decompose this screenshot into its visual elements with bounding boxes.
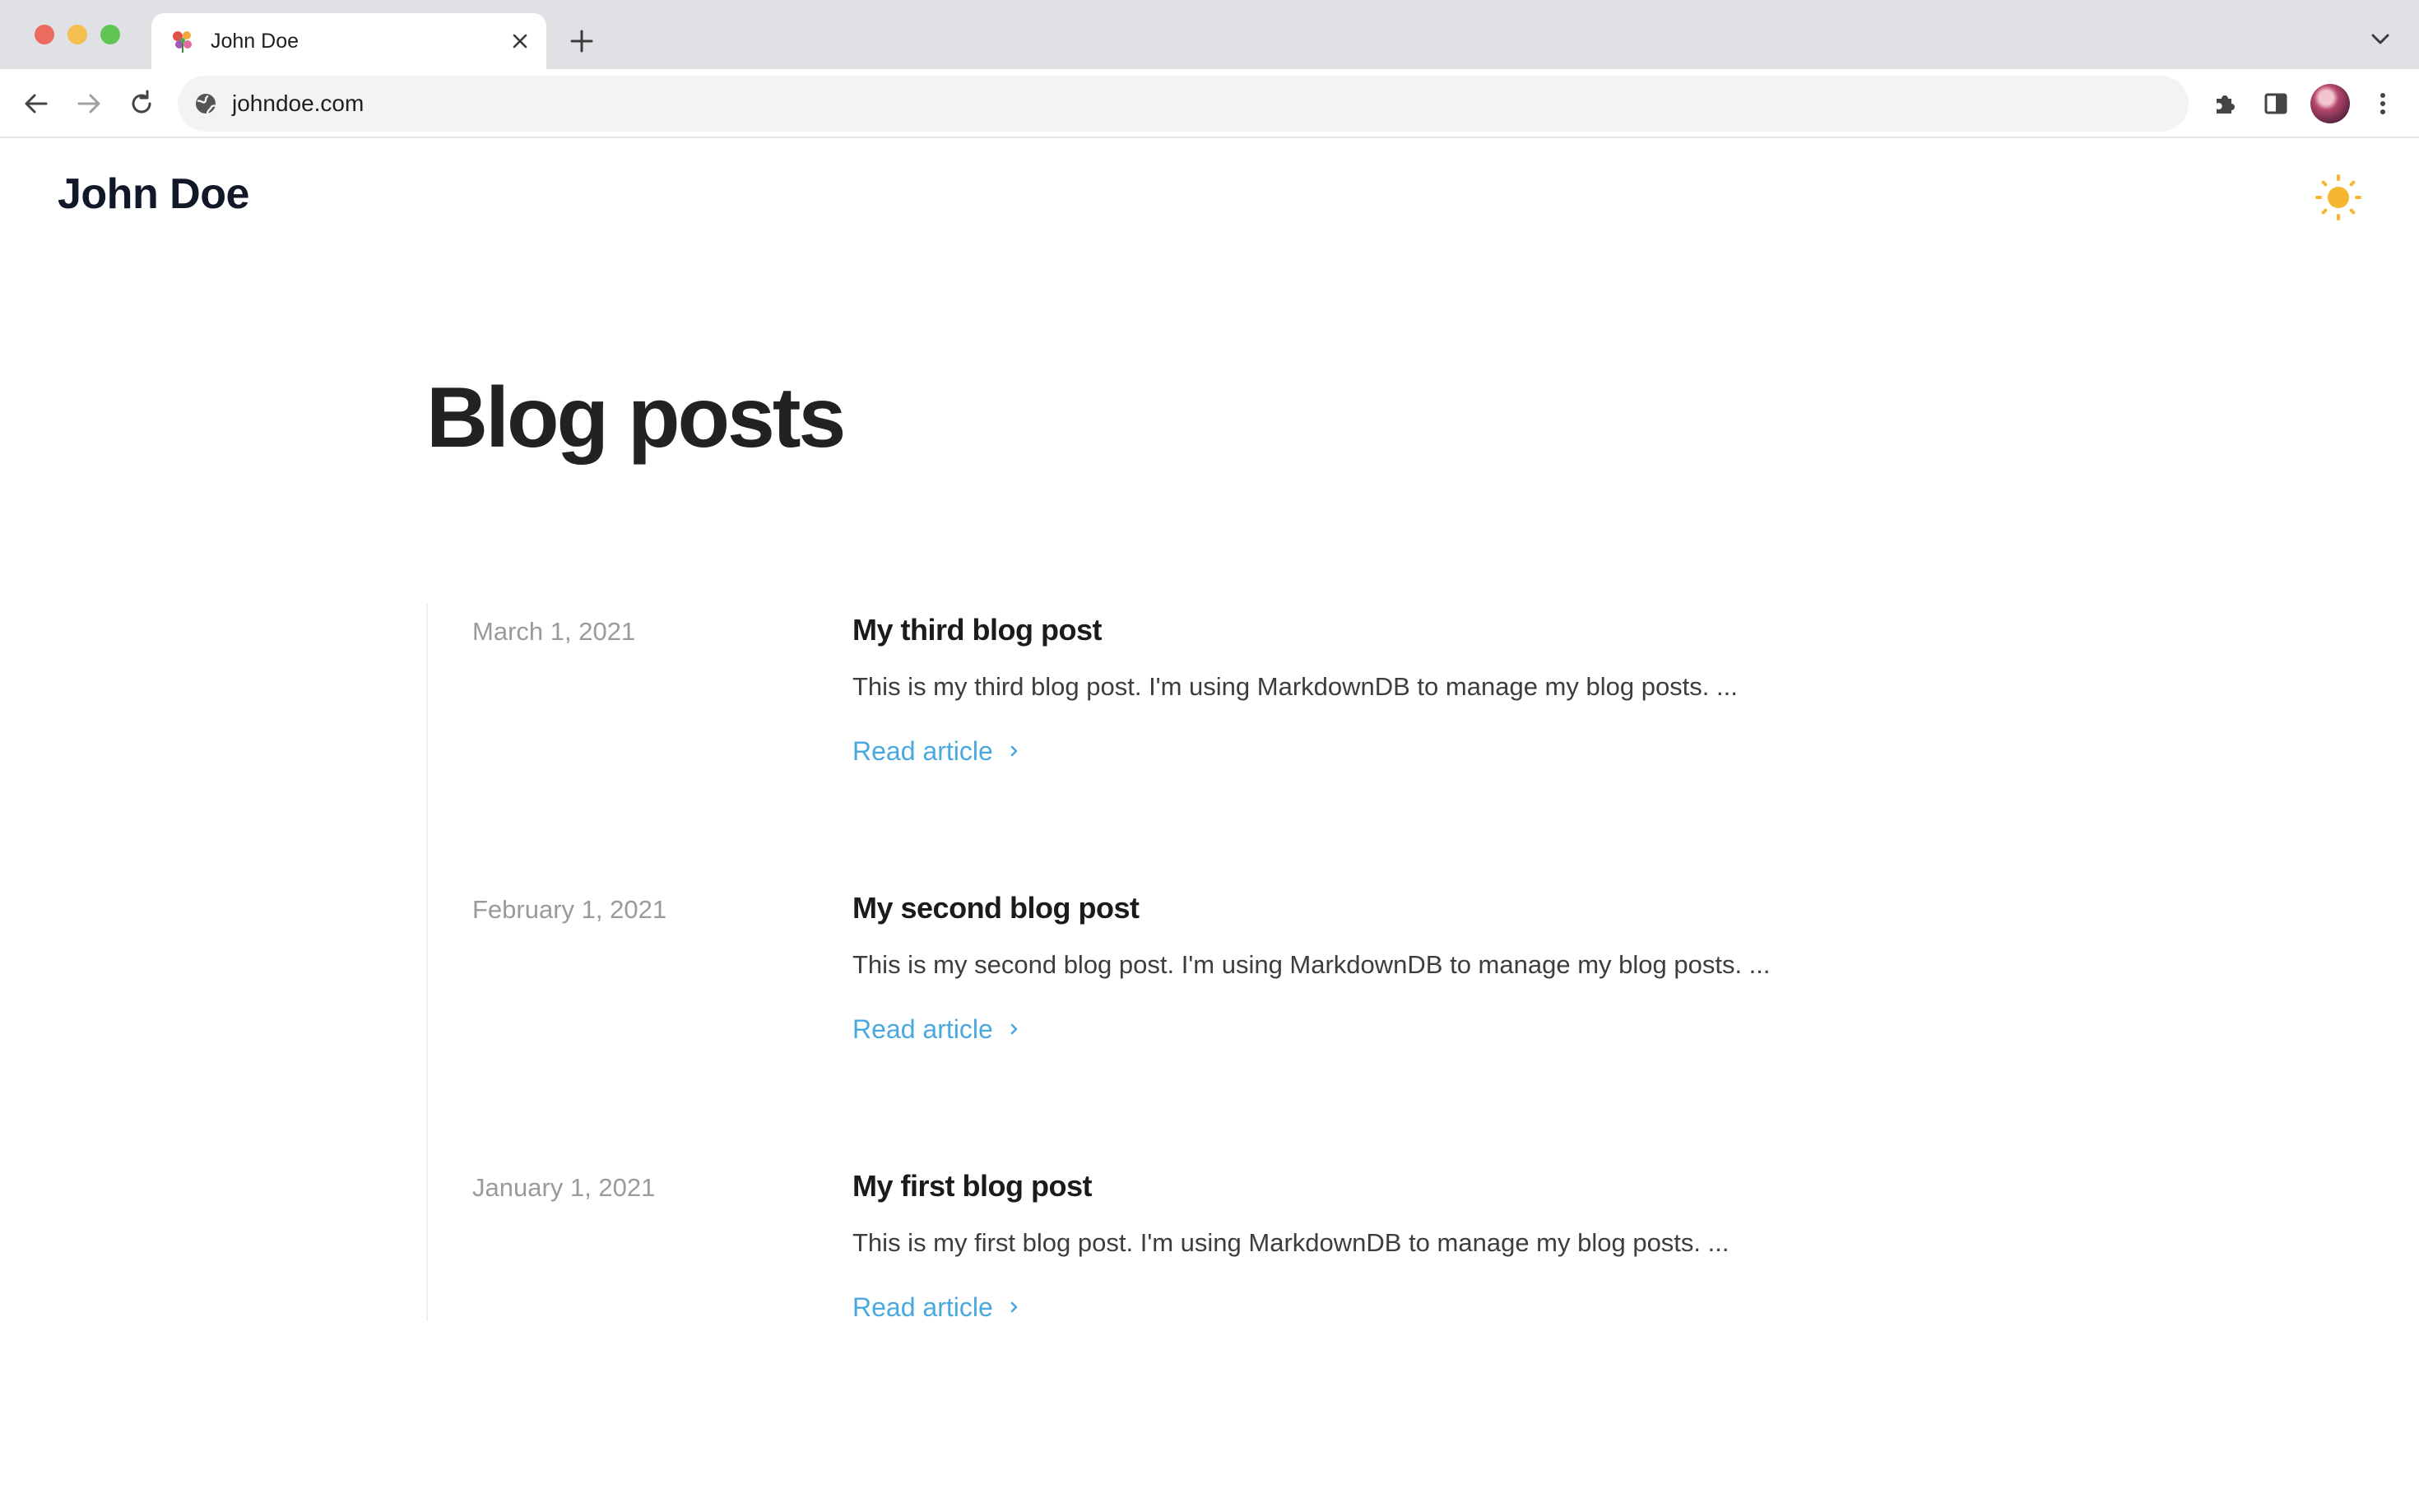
minimize-window-button[interactable]	[67, 25, 87, 44]
kebab-menu-icon[interactable]	[2366, 87, 2399, 120]
flower-icon	[173, 31, 192, 53]
read-article-label: Read article	[852, 736, 993, 766]
url-text[interactable]: johndoe.com	[232, 90, 364, 117]
read-article-link[interactable]: Read article	[852, 1290, 1021, 1324]
blog-post-item: March 1, 2021 My third blog post This is…	[428, 605, 1909, 786]
reload-icon[interactable]	[125, 87, 158, 120]
address-bar[interactable]: johndoe.com	[178, 76, 2189, 132]
blog-post-item: February 1, 2021 My second blog post Thi…	[428, 884, 1909, 1064]
forward-arrow-icon[interactable]	[72, 87, 105, 120]
read-article-link[interactable]: Read article	[852, 1012, 1021, 1046]
back-arrow-icon[interactable]	[20, 87, 53, 120]
browser-toolbar: johndoe.com	[0, 69, 2419, 138]
blog-post-item: January 1, 2021 My first blog post This …	[428, 1162, 1909, 1343]
close-tab-icon[interactable]	[508, 30, 532, 53]
chevron-right-icon	[1010, 1023, 1018, 1035]
site-title[interactable]: John Doe	[58, 169, 249, 219]
side-panel-icon[interactable]	[2259, 87, 2292, 120]
post-excerpt: This is my second blog post. I'm using M…	[852, 950, 1771, 979]
post-date: January 1, 2021	[472, 1173, 656, 1202]
browser-tab[interactable]: John Doe	[151, 13, 546, 69]
close-window-button[interactable]	[35, 25, 54, 44]
globe-icon[interactable]	[193, 90, 219, 117]
post-title[interactable]: My third blog post	[852, 612, 1102, 648]
post-excerpt: This is my first blog post. I'm using Ma…	[852, 1228, 1730, 1257]
extensions-puzzle-icon[interactable]	[2208, 87, 2241, 120]
read-article-label: Read article	[852, 1292, 993, 1322]
post-title[interactable]: My second blog post	[852, 890, 1140, 926]
read-article-link[interactable]: Read article	[852, 734, 1021, 768]
post-excerpt: This is my third blog post. I'm using Ma…	[852, 672, 1738, 701]
tab-strip: John Doe	[0, 0, 2419, 69]
page-title: Blog posts	[426, 370, 846, 466]
post-date: February 1, 2021	[472, 895, 667, 924]
new-tab-icon[interactable]	[568, 27, 596, 55]
profile-avatar[interactable]	[2310, 84, 2350, 123]
chevron-right-icon	[1010, 1301, 1018, 1313]
tab-title: John Doe	[211, 30, 299, 53]
read-article-label: Read article	[852, 1014, 993, 1044]
tab-search-chevron-icon[interactable]	[2370, 31, 2391, 48]
post-date: March 1, 2021	[472, 617, 636, 646]
chevron-right-icon	[1010, 745, 1018, 757]
post-title[interactable]: My first blog post	[852, 1168, 1093, 1204]
zoom-window-button[interactable]	[100, 25, 120, 44]
sun-icon[interactable]	[2314, 173, 2363, 222]
browser-chrome: John Doe johndoe.com	[0, 0, 2419, 140]
